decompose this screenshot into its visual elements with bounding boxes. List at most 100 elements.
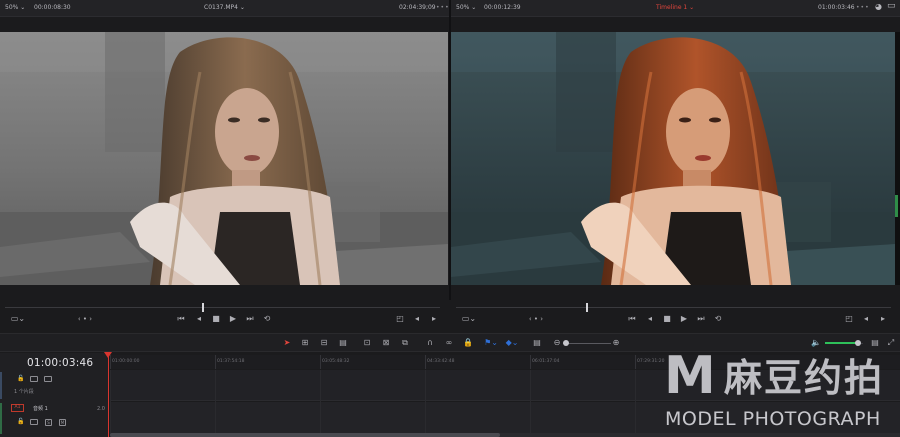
watermark-brand-cn: 麻豆约拍 (724, 356, 885, 400)
timeline-current-timecode: 01:00:03:46 (818, 4, 855, 11)
lane-grid-line (530, 370, 531, 437)
timeline-viewer[interactable] (451, 32, 895, 285)
ruler-tick-label: 04:33:42:48 (427, 359, 455, 364)
timeline-frame (451, 32, 895, 285)
tl-match-frame-icon[interactable]: ◰ (844, 314, 854, 324)
source-transport: ▭⌄ ‹ • › ⏮ ◂ ■ ▶ ⏭ ⟲ ◰ ◂ ▸ (0, 314, 449, 328)
tl-step-back-icon[interactable]: ◂ (645, 314, 655, 324)
step-back-icon[interactable]: ◂ (194, 314, 204, 324)
marker-icon[interactable]: ◆⌄ (505, 338, 519, 348)
selection-tool-icon[interactable]: ➤ (283, 338, 291, 348)
video-track-toggle-icon[interactable] (30, 376, 38, 382)
tl-jump-start-icon[interactable]: ⏮ (627, 314, 637, 324)
stop-icon[interactable]: ■ (211, 314, 221, 324)
tl-play-icon[interactable]: ▶ (679, 314, 689, 324)
play-icon[interactable]: ▶ (228, 314, 238, 324)
ruler-tick-line (530, 355, 531, 369)
timeline-zoom-slider[interactable] (563, 343, 611, 344)
speaker-icon[interactable]: 🔈 (811, 338, 821, 348)
fullscreen-icon[interactable]: ▭ (887, 1, 896, 11)
ruler-tick-line (320, 355, 321, 369)
timeline-zoom-knob[interactable] (563, 340, 569, 346)
mute-button[interactable]: M (59, 419, 66, 426)
ruler-tick-label: 01:37:54:18 (217, 359, 245, 364)
timeline-playhead[interactable] (108, 352, 109, 437)
source-jog-icon[interactable]: ‹ • › (75, 314, 95, 324)
watermark-brand-en: MODEL PHOTOGRAPH (665, 408, 881, 430)
blade-tool-icon[interactable]: ▤ (337, 338, 349, 348)
timeline-scroll-thumb[interactable] (110, 433, 500, 437)
source-timecode: 00:00:08:30 (34, 4, 71, 11)
source-view-mode-icon[interactable]: ▭⌄ (9, 314, 27, 324)
dynamic-trim-icon[interactable]: ⊟ (318, 338, 330, 348)
insert-clip-icon[interactable]: ⊡ (361, 338, 373, 348)
watermark-logo-letter: M (664, 346, 716, 406)
source-viewer[interactable] (0, 32, 448, 285)
ruler-tick-label: 03:05:48:32 (322, 359, 350, 364)
audio-track-toggle-icon[interactable] (30, 419, 38, 425)
timeline-options-icon[interactable]: ••• (856, 4, 870, 11)
timeline-horizontal-scrollbar[interactable] (110, 433, 900, 437)
lane-grid-line (110, 370, 111, 437)
source-scrub-bar[interactable] (5, 303, 440, 313)
ruler-tick-label: 01:00:00:00 (112, 359, 140, 364)
tl-mark-in-icon[interactable]: ◂ (861, 314, 871, 324)
edit-toolbar: ➤ ⊞ ⊟ ▤ ⊡ ⊠ ⧉ ∩ ∞ 🔒 ⚑⌄ ◆⌄ ▤ ⊖ ⊕ 🔈 ▤ ⤢ (0, 333, 900, 352)
playhead-handle[interactable] (104, 352, 112, 358)
source-zoom-select[interactable]: 50% ⌄ (5, 4, 25, 11)
mark-out-icon[interactable]: ▸ (429, 314, 439, 324)
viewer-right-edge (895, 32, 900, 285)
ruler-tick-line (635, 355, 636, 369)
audio-meter-icon[interactable]: ▤ (869, 338, 881, 348)
lane-grid-line (215, 370, 216, 437)
palette-icon[interactable]: ◕ (875, 2, 882, 11)
timeline-name-select[interactable]: Timeline 1 ⌄ (656, 4, 694, 11)
source-options-icon[interactable]: ••• (436, 4, 450, 11)
tl-stop-icon[interactable]: ■ (662, 314, 672, 324)
jump-end-icon[interactable]: ⏭ (245, 314, 255, 324)
timeline-scrub-head[interactable] (586, 303, 588, 312)
audio-level-fill (825, 342, 858, 344)
ruler-tick-label: 06:01:37:04 (532, 359, 560, 364)
timeline-zoom-select[interactable]: 50% ⌄ (456, 4, 476, 11)
audio-track-id[interactable]: A1 (11, 404, 24, 412)
ruler-tick-label: 07:29:31:20 (637, 359, 665, 364)
ruler-tick-line (425, 355, 426, 369)
audio-level-knob[interactable] (854, 340, 861, 346)
jump-start-icon[interactable]: ⏮ (176, 314, 186, 324)
video-track-accent (0, 372, 2, 399)
timeline-timecode[interactable]: 01:00:03:46 (27, 357, 93, 369)
timeline-scrub-bar[interactable] (456, 303, 891, 313)
fullscreen-timeline-icon[interactable]: ⤢ (886, 338, 896, 348)
timeline-view-mode-icon[interactable]: ▭⌄ (460, 314, 478, 324)
audio-track-channel: 2.0 (97, 406, 105, 412)
video-track-monitor-icon[interactable] (44, 376, 52, 382)
lane-grid-line (635, 370, 636, 437)
linked-selection-icon[interactable]: ∞ (444, 338, 454, 348)
replace-clip-icon[interactable]: ⧉ (399, 338, 411, 348)
timeline-transport: ▭⌄ ‹ • › ⏮ ◂ ■ ▶ ⏭ ⟲ ◰ ◂ ▸ (451, 314, 900, 328)
audio-meter-indicator (895, 195, 898, 217)
mark-in-icon[interactable]: ◂ (412, 314, 422, 324)
source-clip-name[interactable]: C0137.MP4 ⌄ (204, 4, 245, 11)
zoom-out-icon[interactable]: ⊖ (553, 338, 561, 348)
tl-loop-icon[interactable]: ⟲ (713, 314, 723, 324)
position-lock-icon[interactable]: 🔒 (463, 338, 473, 348)
source-scrub-head[interactable] (202, 303, 204, 312)
track-height-icon[interactable]: ▤ (531, 338, 543, 348)
trim-tool-icon[interactable]: ⊞ (299, 338, 311, 348)
snapping-icon[interactable]: ∩ (425, 338, 435, 348)
solo-button[interactable]: S (45, 419, 52, 426)
zoom-in-icon[interactable]: ⊕ (612, 338, 620, 348)
lane-grid-line (320, 370, 321, 437)
video-track-name: 1 个片段 (14, 389, 34, 395)
timeline-jog-icon[interactable]: ‹ • › (526, 314, 546, 324)
loop-icon[interactable]: ⟲ (262, 314, 272, 324)
audio-track-lock-icon[interactable]: 🔓 (17, 418, 24, 425)
tl-jump-end-icon[interactable]: ⏭ (696, 314, 706, 324)
video-track-lock-icon[interactable]: 🔓 (17, 375, 24, 382)
match-frame-icon[interactable]: ◰ (395, 314, 405, 324)
overwrite-clip-icon[interactable]: ⊠ (380, 338, 392, 348)
tl-mark-out-icon[interactable]: ▸ (878, 314, 888, 324)
flag-icon[interactable]: ⚑⌄ (484, 338, 498, 348)
